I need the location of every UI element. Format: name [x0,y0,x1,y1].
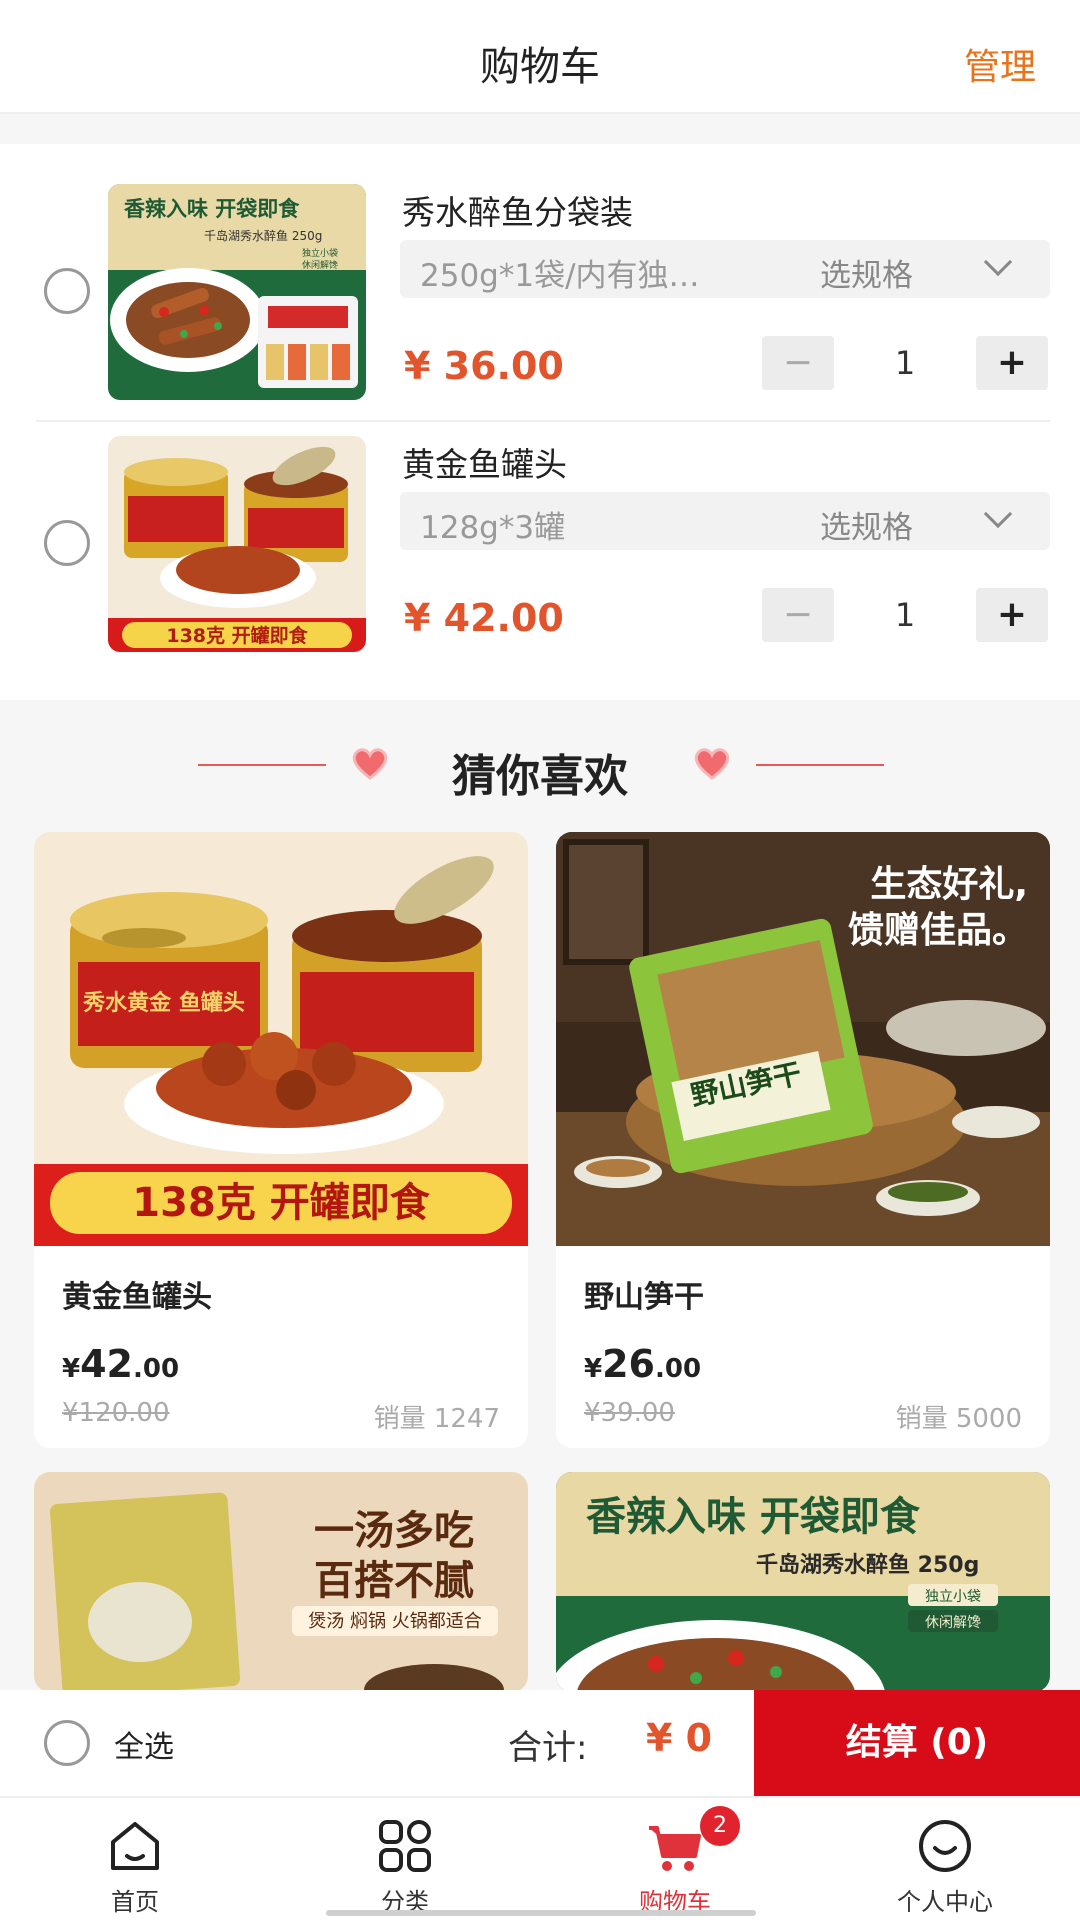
tab-profile[interactable]: 个人中心 [810,1798,1080,1920]
home-icon [111,1822,159,1870]
cart-icon [649,1826,701,1871]
select-all-radio[interactable] [44,1720,90,1766]
total-value: ¥ 0 [646,1716,713,1760]
profile-icon [919,1820,971,1872]
manage-button[interactable]: 管理 [964,38,1036,90]
bottom-tab-bar: 首页 分类 2 购物车 个人中心 [0,1796,1080,1920]
product-image: 生态好礼, 馈赠佳品。 野山笋干 [556,832,1050,1246]
product-card[interactable]: 秀水黄金 鱼罐头 138克 开罐即食 黄金鱼罐头 ¥42.00 ¥120.00 … [34,832,528,1448]
price-symbol: ¥ [62,1354,81,1384]
thumb-tag: 休闲解馋 [302,259,338,271]
price-symbol: ¥ [584,1354,603,1384]
product-card[interactable]: 一汤多吃 百搭不腻 煲汤 焖锅 火锅都适合 [34,1472,528,1692]
product-thumbnail[interactable]: 138克 开罐即食 [108,436,366,652]
spec-selector[interactable]: 250g*1袋/内有独… 选规格 [400,240,1050,298]
tab-home[interactable]: 首页 [0,1798,270,1920]
spec-choose-label: 选规格 [820,510,913,546]
tab-cart[interactable]: 2 购物车 [540,1798,810,1920]
tab-label: 首页 [111,1888,159,1916]
cart-item-price: ¥ 42.00 [404,596,564,640]
cart-item: 香辣入味 开袋即食 千岛湖秀水醉鱼 250g 独立小袋 休闲解馋 秀水醉鱼分袋装… [0,184,1080,436]
cart-item: 138克 开罐即食 黄金鱼罐头 128g*3罐 选规格 ¥ 42.00 − 1 … [0,436,1080,688]
product-name: 野山笋干 [584,1280,704,1315]
item-select-radio[interactable] [44,520,90,566]
divider [36,420,1050,422]
category-icon [379,1820,431,1872]
image-tag: 独立小袋 [925,1589,981,1605]
tab-label: 个人中心 [897,1888,993,1916]
product-name: 黄金鱼罐头 [62,1280,212,1315]
image-banner: 138克 开罐即食 [132,1180,430,1226]
image-caption: 煲汤 焖锅 火锅都适合 [308,1611,481,1632]
select-all-label[interactable]: 全选 [114,1722,174,1766]
qty-increase-button[interactable]: + [976,336,1048,390]
image-slogan: 香辣入味 开袋即食 [586,1494,921,1540]
product-image: 一汤多吃 百搭不腻 煲汤 焖锅 火锅都适合 [34,1472,528,1692]
qty-value[interactable]: 1 [870,336,940,390]
original-price: ¥39.00 [584,1398,675,1428]
total-label: 合计: [508,1728,588,1768]
price-integer: 42 [80,1342,133,1386]
thumb-subtitle: 千岛湖秀水醉鱼 250g [204,228,322,243]
product-card[interactable]: 香辣入味 开袋即食 千岛湖秀水醉鱼 250g 独立小袋 休闲解馋 [556,1472,1050,1692]
cart-item-name[interactable]: 秀水醉鱼分袋装 [402,186,633,234]
sales-count: 销量 5000 [895,1404,1022,1434]
price-decimal: .00 [654,1354,702,1384]
cart-count-badge: 2 [700,1806,740,1846]
item-select-radio[interactable] [44,268,90,314]
image-slogan: 百搭不腻 [314,1558,474,1604]
recommend-title: 猜你喜欢 [452,751,628,802]
image-slogan: 一汤多吃 [314,1508,474,1554]
spec-text: 128g*3罐 [420,510,566,546]
cart-item-price: ¥ 36.00 [404,344,564,388]
original-price: ¥120.00 [62,1398,170,1428]
product-image: 香辣入味 开袋即食 千岛湖秀水醉鱼 250g 独立小袋 休闲解馋 [556,1472,1050,1692]
checkout-bar: 全选 合计: ¥ 0 结算 (0) [0,1690,1080,1796]
image-subtitle: 千岛湖秀水醉鱼 250g [756,1552,979,1578]
qty-decrease-button[interactable]: − [762,588,834,642]
sales-count: 销量 1247 [373,1404,500,1434]
product-thumbnail[interactable]: 香辣入味 开袋即食 千岛湖秀水醉鱼 250g 独立小袋 休闲解馋 [108,184,366,400]
home-indicator[interactable] [326,1910,756,1916]
divider [756,764,884,766]
header-bar: 购物车 管理 [0,0,1080,114]
spec-choose-label: 选规格 [820,258,913,294]
product-image: 秀水黄金 鱼罐头 138克 开罐即食 [34,832,528,1246]
price-decimal: .00 [132,1354,180,1384]
cart-list: 香辣入味 开袋即食 千岛湖秀水醉鱼 250g 独立小袋 休闲解馋 秀水醉鱼分袋装… [0,144,1080,700]
price-integer: 26 [602,1342,655,1386]
page-title: 购物车 [480,44,600,90]
spec-text: 250g*1袋/内有独… [420,258,700,294]
image-slogan: 馈赠佳品。 [848,910,1028,951]
qty-value[interactable]: 1 [870,588,940,642]
product-price: ¥42.00 [62,1342,179,1386]
image-slogan: 生态好礼, [870,864,1028,905]
thumb-banner: 138克 开罐即食 [166,624,308,647]
tab-category[interactable]: 分类 [270,1798,540,1920]
recommend-heading: 猜你喜欢 [0,730,1080,802]
chevron-down-icon [983,247,1013,277]
spec-selector[interactable]: 128g*3罐 选规格 [400,492,1050,550]
cart-item-name[interactable]: 黄金鱼罐头 [402,438,567,486]
qty-increase-button[interactable]: + [976,588,1048,642]
can-label: 秀水黄金 鱼罐头 [82,990,245,1016]
thumb-tag: 独立小袋 [302,247,338,259]
checkout-button[interactable]: 结算 (0) [754,1690,1080,1796]
chevron-down-icon [983,499,1013,529]
thumb-slogan: 香辣入味 开袋即食 [124,197,300,221]
product-card[interactable]: 生态好礼, 馈赠佳品。 野山笋干 野山笋干 ¥26.00 ¥39.00 销量 5… [556,832,1050,1448]
heart-icon [694,748,730,780]
qty-decrease-button[interactable]: − [762,336,834,390]
product-price: ¥26.00 [584,1342,701,1386]
image-tag: 休闲解馋 [925,1615,981,1631]
